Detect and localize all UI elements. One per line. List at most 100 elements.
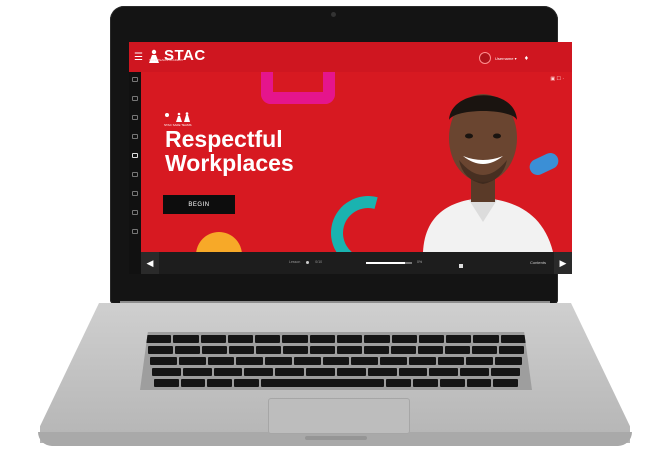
- keyboard-row: [152, 368, 520, 376]
- keyboard-key: [391, 335, 417, 343]
- progress-handle[interactable]: [459, 264, 463, 268]
- keyboard-key: [398, 368, 428, 376]
- keyboard-key: [283, 346, 308, 354]
- sidebar-page-icon[interactable]: [132, 153, 138, 158]
- keyboard-key: [446, 335, 472, 343]
- keyboard-key: [418, 335, 445, 343]
- keyboard-key: [418, 346, 443, 354]
- keyboard-key: [310, 346, 335, 354]
- keyboard-key: [466, 379, 492, 387]
- keyboard-key: [256, 346, 281, 354]
- sidebar-settings-icon[interactable]: [132, 210, 138, 215]
- progress-fill: [366, 262, 406, 264]
- keyboard-key: [445, 346, 470, 354]
- keyboard-key: [265, 357, 292, 365]
- laptop-screen: ☰ STAC SAFE TEAMS ACADEMY Username ▾ ♦ ▣…: [129, 42, 572, 274]
- keyboard-key: [255, 335, 281, 343]
- next-button[interactable]: ▶: [554, 252, 572, 274]
- keyboard-key: [351, 357, 379, 365]
- course-title: Respectful Workplaces: [165, 127, 294, 175]
- keyboard-key: [178, 357, 206, 365]
- keyboard-key: [437, 357, 465, 365]
- bell-icon[interactable]: ♦: [525, 55, 529, 62]
- keyboard-key: [148, 346, 173, 354]
- keyboard-key: [234, 379, 259, 387]
- keyboard-key: [336, 368, 366, 376]
- lesson-status: Lesson 0/10: [289, 260, 322, 264]
- keyboard-key: [364, 346, 389, 354]
- sidebar: [129, 72, 141, 274]
- progress-percent: 0%: [417, 260, 423, 264]
- course-brand: STAC SAFE TEAMS: [164, 112, 196, 127]
- previous-button[interactable]: ◀: [141, 252, 159, 274]
- trackpad: [268, 398, 410, 434]
- keyboard-key: [306, 368, 335, 376]
- hamburger-icon[interactable]: ☰: [134, 52, 143, 63]
- status-dot: [306, 260, 310, 264]
- keyboard-key: [207, 379, 233, 387]
- keyboard-key: [495, 357, 522, 365]
- user-menu[interactable]: Username ▾ ♦: [479, 52, 528, 64]
- keyboard-key: [391, 346, 416, 354]
- webcam: [331, 12, 336, 17]
- keyboard-key: [275, 368, 305, 376]
- keyboard-key: [364, 335, 390, 343]
- keyboard-key: [282, 335, 308, 343]
- keyboard-key: [180, 379, 206, 387]
- keyboard-key: [336, 335, 363, 343]
- begin-button[interactable]: BEGIN: [163, 195, 235, 214]
- keyboard-key: [380, 357, 407, 365]
- keyboard-key: [499, 346, 524, 354]
- lesson-label: Lesson: [289, 260, 301, 264]
- course-title-line2: Workplaces: [165, 150, 294, 176]
- sidebar-help-icon[interactable]: [132, 229, 138, 234]
- keyboard-key: [466, 357, 494, 365]
- keyboard-key: [244, 368, 274, 376]
- course-brand-icon: [165, 112, 190, 122]
- progress-track: [366, 262, 412, 264]
- view-options-icon[interactable]: ▣ ☐ ·: [550, 76, 564, 82]
- keyboard-key: [337, 346, 362, 354]
- contents-menu[interactable]: Contents: [530, 260, 546, 265]
- keyboard-key: [413, 379, 438, 387]
- keyboard-key: [386, 379, 412, 387]
- keyboard-key: [408, 357, 436, 365]
- lesson-count: 0/10: [315, 260, 323, 264]
- user-avatar-icon: [479, 52, 491, 64]
- keyboard-row: [154, 379, 519, 387]
- user-name: Username ▾: [495, 55, 517, 61]
- keyboard-key: [293, 357, 321, 365]
- keyboard-key: [322, 357, 350, 365]
- keyboard-key: [429, 368, 459, 376]
- sidebar-chat-icon[interactable]: [132, 172, 138, 177]
- decorative-pink-shape: [261, 72, 335, 104]
- keyboard-key: [491, 368, 520, 376]
- logo-tagline: SAFE TEAMS ACADEMY: [149, 58, 184, 62]
- keyboard-key: [150, 357, 177, 365]
- keyboard-key: [202, 346, 227, 354]
- keyboard-key: [236, 357, 264, 365]
- sidebar-info-icon[interactable]: [132, 115, 138, 120]
- keyboard-key: [182, 368, 212, 376]
- keyboard-key: [229, 346, 254, 354]
- sidebar-home-icon[interactable]: [132, 77, 138, 82]
- keyboard-key: [260, 379, 385, 387]
- keyboard-key: [154, 379, 179, 387]
- sidebar-link-icon[interactable]: [132, 191, 138, 196]
- keyboard-key: [367, 368, 397, 376]
- keyboard-key: [472, 346, 497, 354]
- keyboard-key: [207, 357, 235, 365]
- keyboard-key: [200, 335, 226, 343]
- keyboard-key: [227, 335, 254, 343]
- keyboard: [140, 332, 532, 390]
- keyboard-key: [493, 379, 519, 387]
- player-bar: ◀ Lesson 0/10 0% Contents ▶: [141, 252, 572, 274]
- decorative-yellow-shape: [196, 232, 242, 252]
- course-title-line1: Respectful: [165, 126, 283, 152]
- presenter-photo: [423, 94, 553, 252]
- keyboard-key: [439, 379, 465, 387]
- sidebar-user-icon[interactable]: [132, 134, 138, 139]
- keyboard-key: [213, 368, 243, 376]
- keyboard-key: [173, 335, 199, 343]
- sidebar-edit-icon[interactable]: [132, 96, 138, 101]
